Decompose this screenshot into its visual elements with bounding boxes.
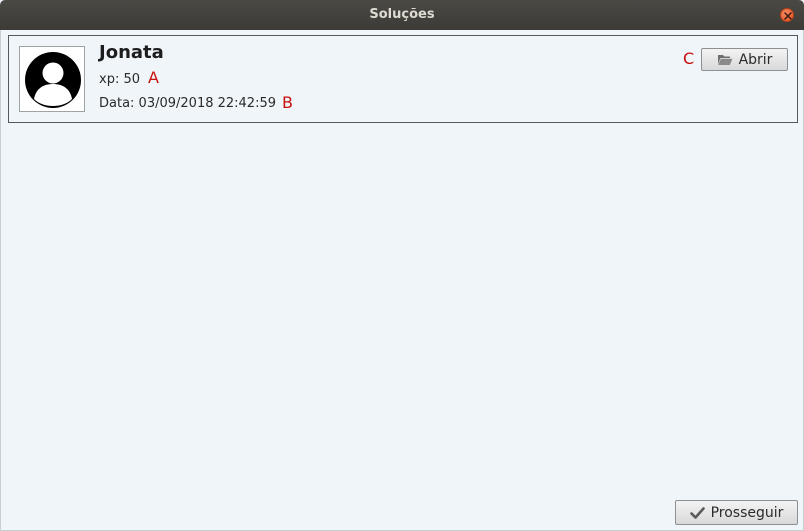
open-button[interactable]: Abrir (701, 48, 788, 71)
solution-card: Jonata xp: 50 Data: 03/09/2018 22:42:59 … (8, 35, 798, 123)
window-title: Soluções (369, 7, 435, 22)
checkmark-icon (689, 506, 705, 519)
title-bar[interactable]: Soluções (0, 0, 804, 30)
avatar (19, 46, 85, 112)
solution-author-name: Jonata (99, 42, 164, 63)
user-avatar-icon (25, 52, 81, 108)
open-button-label: Abrir (738, 51, 773, 68)
close-icon (784, 12, 792, 20)
dialog-window: Soluções Jonata xp: 50 Data: 03/09/2018 … (0, 0, 804, 531)
annotation-a: A (148, 68, 159, 87)
annotation-c: C (683, 49, 695, 68)
annotation-b: B (282, 93, 293, 112)
submission-date: Data: 03/09/2018 22:42:59 (99, 96, 276, 111)
dialog-content: Jonata xp: 50 Data: 03/09/2018 22:42:59 … (0, 30, 804, 531)
proceed-button[interactable]: Prosseguir (675, 500, 798, 525)
folder-open-icon (717, 55, 733, 65)
close-button[interactable] (780, 8, 794, 22)
xp-value: xp: 50 (99, 72, 140, 87)
proceed-button-label: Prosseguir (710, 504, 784, 521)
